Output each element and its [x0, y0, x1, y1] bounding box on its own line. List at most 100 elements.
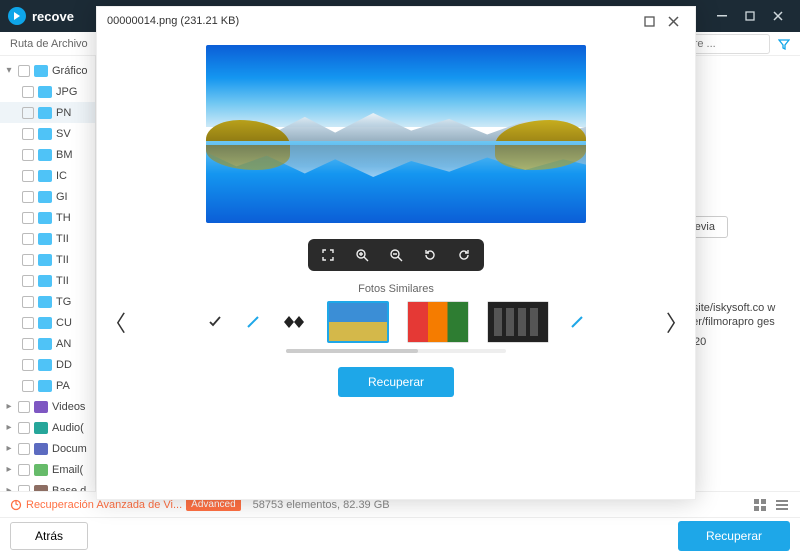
checkbox[interactable] [18, 443, 30, 455]
app-logo-icon [8, 7, 26, 25]
checkbox[interactable] [18, 65, 30, 77]
video-folder-icon [34, 401, 48, 413]
checkbox[interactable] [22, 380, 34, 392]
tree-item[interactable]: PA [0, 375, 95, 396]
tree-item[interactable]: TH [0, 207, 95, 228]
checkbox[interactable] [22, 359, 34, 371]
zoom-in-icon[interactable] [352, 245, 372, 265]
rotate-left-icon[interactable] [420, 245, 440, 265]
checkbox[interactable] [22, 107, 34, 119]
thumb-status-logo-icon[interactable] [281, 312, 309, 332]
image-icon [38, 338, 52, 350]
tree-category-documents[interactable]: ▸Docum [0, 438, 95, 459]
modal-maximize-button[interactable] [637, 9, 661, 33]
image-icon [38, 107, 52, 119]
image-icon [38, 170, 52, 182]
thumbnails-row: 〈 〉 [97, 301, 695, 343]
checkbox[interactable] [22, 149, 34, 161]
image-icon [38, 317, 52, 329]
tree-item[interactable]: SV [0, 123, 95, 144]
image-icon [38, 149, 52, 161]
grid-view-icon[interactable] [752, 498, 768, 512]
thumbnail[interactable] [407, 301, 469, 343]
fit-screen-icon[interactable] [318, 245, 338, 265]
checkbox[interactable] [22, 275, 34, 287]
checkbox[interactable] [22, 296, 34, 308]
checkbox[interactable] [18, 401, 30, 413]
image-icon [38, 296, 52, 308]
rotate-right-icon[interactable] [454, 245, 474, 265]
thumb-status-pending-icon[interactable] [567, 312, 587, 332]
main-minimize-button[interactable] [708, 0, 736, 32]
tree-item[interactable]: GI [0, 186, 95, 207]
tree-item[interactable]: TG [0, 291, 95, 312]
thumb-status-pending-icon[interactable] [243, 312, 263, 332]
main-close-button[interactable] [764, 0, 792, 32]
main-footer: Atrás Recuperar [0, 517, 800, 553]
checkbox[interactable] [22, 317, 34, 329]
checkbox[interactable] [22, 212, 34, 224]
tree-category-videos[interactable]: ▸Videos [0, 396, 95, 417]
tree-item[interactable]: TII [0, 228, 95, 249]
thumbnail-selected[interactable] [327, 301, 389, 343]
expand-icon[interactable]: ▸ [4, 422, 14, 433]
tree-category-database[interactable]: ▸Base d [0, 480, 95, 491]
next-arrow-icon[interactable]: 〉 [665, 302, 689, 342]
document-folder-icon [34, 443, 48, 455]
image-icon [38, 254, 52, 266]
checkbox[interactable] [22, 191, 34, 203]
thumbnail[interactable] [487, 301, 549, 343]
image-icon [38, 128, 52, 140]
list-view-icon[interactable] [774, 498, 790, 512]
checkbox[interactable] [22, 338, 34, 350]
checkbox[interactable] [22, 128, 34, 140]
tree-item[interactable]: DD [0, 354, 95, 375]
checkbox[interactable] [18, 485, 30, 492]
expand-icon[interactable]: ▸ [4, 401, 14, 412]
image-icon [38, 212, 52, 224]
preview-image [206, 45, 586, 223]
main-recover-button[interactable]: Recuperar [678, 521, 790, 551]
zoom-out-icon[interactable] [386, 245, 406, 265]
tree-item[interactable]: TII [0, 249, 95, 270]
tree-item[interactable]: PN [0, 102, 95, 123]
image-icon [38, 380, 52, 392]
collapse-icon[interactable]: ▾ [4, 65, 14, 76]
tree-item[interactable]: AN [0, 333, 95, 354]
tree-item[interactable]: JPG [0, 81, 95, 102]
tree-category-audio[interactable]: ▸Audio( [0, 417, 95, 438]
image-icon [38, 275, 52, 287]
checkbox[interactable] [22, 170, 34, 182]
checkbox[interactable] [18, 464, 30, 476]
checkbox[interactable] [22, 86, 34, 98]
checkbox[interactable] [22, 254, 34, 266]
tree-item[interactable]: BM [0, 144, 95, 165]
modal-recover-button[interactable]: Recuperar [338, 367, 454, 397]
modal-title: 00000014.png (231.21 KB) [107, 15, 239, 27]
checkbox[interactable] [18, 422, 30, 434]
similar-photos-label: Fotos Similares [97, 283, 695, 301]
image-icon [38, 233, 52, 245]
refresh-icon [10, 499, 22, 511]
tree-item[interactable]: IC [0, 165, 95, 186]
tree-item[interactable]: TII [0, 270, 95, 291]
thumb-status-check-icon[interactable] [205, 312, 225, 332]
tree-category-email[interactable]: ▸Email( [0, 459, 95, 480]
modal-close-button[interactable] [661, 9, 685, 33]
image-icon [38, 86, 52, 98]
expand-icon[interactable]: ▸ [4, 485, 14, 491]
image-icon [38, 191, 52, 203]
main-maximize-button[interactable] [736, 0, 764, 32]
modal-titlebar: 00000014.png (231.21 KB) [97, 7, 695, 35]
expand-icon[interactable]: ▸ [4, 443, 14, 454]
tree-root-graphic[interactable]: ▾ Gráfico [0, 60, 95, 81]
item-count-label: 58753 elementos, 82.39 GB [253, 499, 390, 511]
email-folder-icon [34, 464, 48, 476]
back-button[interactable]: Atrás [10, 522, 88, 550]
checkbox[interactable] [22, 233, 34, 245]
tree-item[interactable]: CU [0, 312, 95, 333]
thumbnail-scrollbar[interactable] [286, 349, 506, 353]
filter-icon[interactable] [778, 38, 790, 50]
expand-icon[interactable]: ▸ [4, 464, 14, 475]
prev-arrow-icon[interactable]: 〈 [103, 302, 127, 342]
